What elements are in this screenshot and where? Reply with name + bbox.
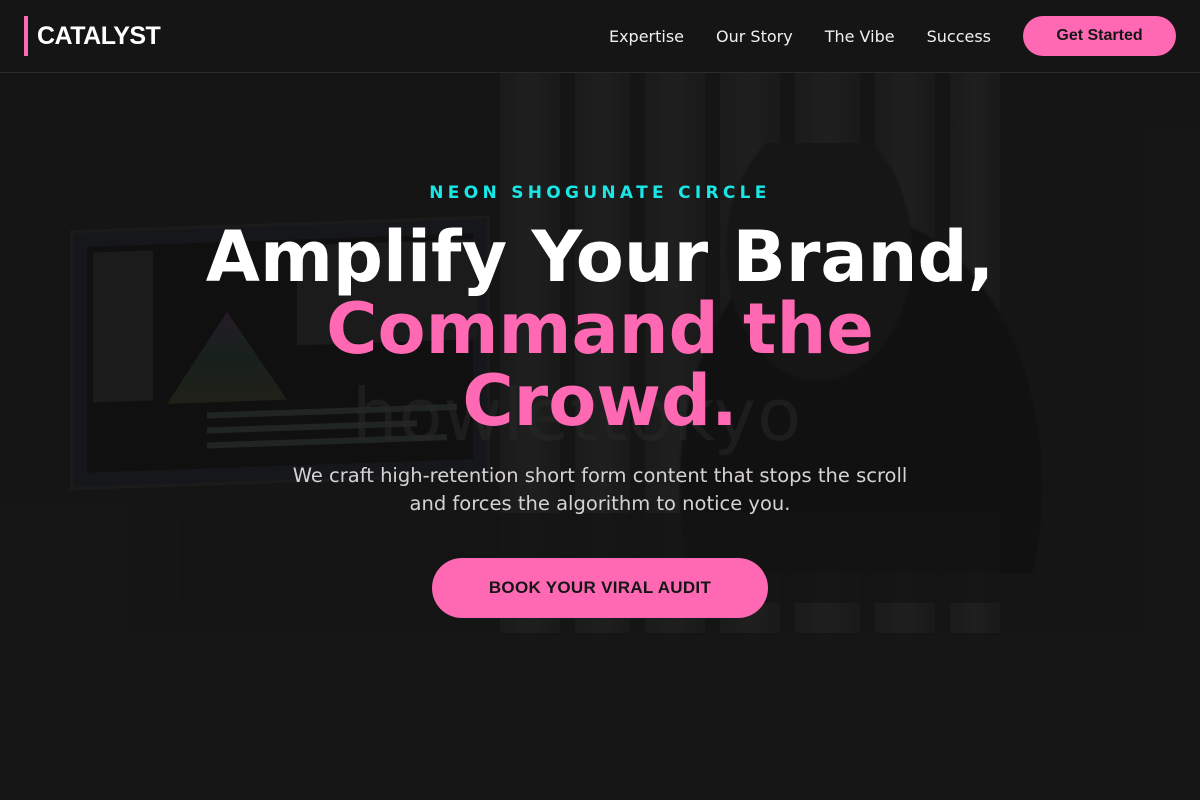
headline-line-3: Crowd. [462, 360, 738, 442]
hero-section: howlettokyo NEON SHOGUNATE CIRCLE Amplif… [0, 73, 1200, 800]
hero-headline: Amplify Your Brand, Command the Crowd. [0, 221, 1200, 437]
headline-line-2: Command the [326, 288, 874, 370]
nav-link-success[interactable]: Success [927, 27, 991, 46]
nav-link-expertise[interactable]: Expertise [609, 27, 684, 46]
brand-accent-bar [24, 16, 28, 56]
get-started-button[interactable]: Get Started [1023, 16, 1176, 56]
brand-logo[interactable]: CATALYST [24, 16, 161, 56]
hero-subtext: We craft high-retention short form conte… [292, 464, 908, 515]
nav-link-our-story[interactable]: Our Story [716, 27, 793, 46]
headline-line-1: Amplify Your Brand, [205, 216, 995, 298]
brand-name: CATALYST [37, 21, 161, 50]
nav-link-the-vibe[interactable]: The Vibe [825, 27, 895, 46]
nav-menu: Expertise Our Story The Vibe Success Get… [609, 16, 1176, 56]
top-navbar: CATALYST Expertise Our Story The Vibe Su… [0, 0, 1200, 73]
hero-eyebrow: NEON SHOGUNATE CIRCLE [429, 183, 771, 203]
book-viral-audit-button[interactable]: BOOK YOUR VIRAL AUDIT [432, 558, 768, 618]
